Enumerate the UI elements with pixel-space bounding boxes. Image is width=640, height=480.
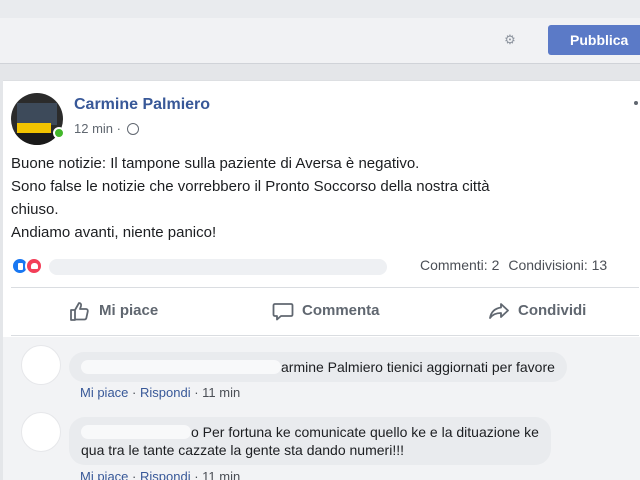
comment-bubble: armine Palmiero tienici aggiornati per f…: [69, 352, 567, 382]
comment-bubble-icon: [272, 303, 294, 321]
comment-button[interactable]: Commenta: [272, 289, 380, 333]
globe-icon: [126, 123, 139, 135]
gear-icon[interactable]: ⚙: [503, 33, 517, 47]
commenter-name-blurred[interactable]: [81, 425, 191, 439]
author-name[interactable]: Carmine Palmiero: [74, 96, 210, 114]
avatar-image-part: [17, 103, 57, 125]
composer-top-strip: [0, 0, 640, 18]
avatar-image-part: [17, 123, 51, 133]
reactors-names-blurred: [49, 259, 387, 275]
post-text-line: Buone notizie: Il tampone sulla paziente…: [11, 155, 420, 172]
comment-bubble: o Per fortuna ke comunicate quello ke e …: [69, 417, 551, 465]
share-button[interactable]: Condividi: [488, 289, 586, 333]
love-reaction-icon: [25, 257, 43, 275]
comment-like-link[interactable]: Mi piace: [80, 469, 128, 480]
post-text-line: Sono false le notizie che vorrebbero il …: [11, 178, 490, 195]
composer-bar: ⚙ Pubblica: [0, 0, 640, 64]
post-card: Carmine Palmiero 12 min · Buone notizie:…: [3, 80, 640, 480]
comment-actions: Mi piace · Rispondi · 11 min: [80, 385, 241, 400]
shares-count[interactable]: Condivisioni: 13: [508, 257, 607, 273]
more-options-icon[interactable]: [634, 101, 638, 105]
post-time[interactable]: 12 min: [74, 121, 113, 136]
reactions-summary[interactable]: [11, 255, 411, 277]
like-button[interactable]: Mi piace: [69, 289, 158, 333]
publish-button[interactable]: Pubblica: [548, 25, 640, 55]
comments-section: armine Palmiero tienici aggiornati per f…: [3, 337, 640, 480]
post-actions: Mi piace Commenta Condividi: [11, 289, 639, 333]
share-arrow-icon: [489, 303, 509, 319]
comment-text: armine Palmiero tienici aggiornati per f…: [281, 359, 555, 375]
share-button-label: Condividi: [518, 302, 587, 319]
post-text: Buone notizie: Il tampone sulla paziente…: [11, 152, 631, 244]
post-text-line: chiuso.: [11, 201, 59, 218]
comment-reply-link[interactable]: Rispondi: [140, 469, 191, 480]
post-counts: Commenti: 2 Condivisioni: 13: [420, 257, 616, 273]
comment-avatar[interactable]: [21, 412, 61, 452]
online-status-icon: [53, 127, 65, 139]
comment-time[interactable]: 11 min: [202, 385, 240, 400]
divider: [11, 287, 639, 288]
thumbs-up-icon: [70, 302, 89, 321]
comment-reply-link[interactable]: Rispondi: [140, 385, 191, 400]
comment-button-label: Commenta: [302, 302, 380, 319]
comment-avatar[interactable]: [21, 345, 61, 385]
comment-like-link[interactable]: Mi piace: [80, 385, 128, 400]
post-text-line: Andiamo avanti, niente panico!: [11, 224, 217, 241]
comment-text: qua tra le tante cazzate la gente sta da…: [81, 442, 404, 458]
comment-time[interactable]: 11 min: [202, 469, 240, 480]
comments-count[interactable]: Commenti: 2: [420, 257, 499, 273]
post-meta: 12 min ·: [74, 121, 139, 136]
meta-separator: ·: [116, 121, 121, 136]
comment-actions: Mi piace · Rispondi · 11 min: [80, 469, 240, 480]
like-button-label: Mi piace: [99, 302, 159, 319]
divider: [11, 335, 639, 336]
commenter-name-blurred[interactable]: [81, 360, 281, 374]
comment-text: o Per fortuna ke comunicate quello ke e …: [191, 424, 539, 440]
